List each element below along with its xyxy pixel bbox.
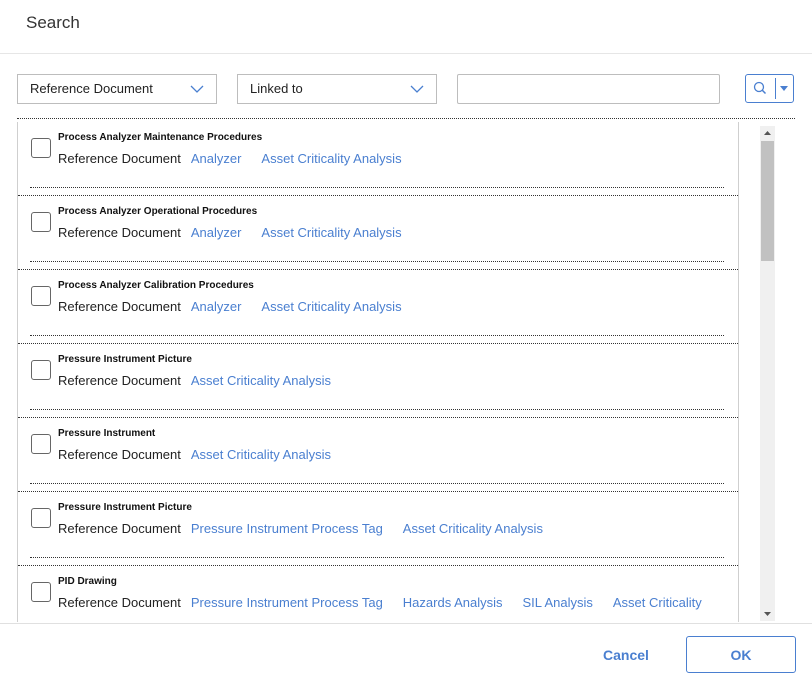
- result-row[interactable]: PID Drawing Reference Document Pressure In…: [18, 566, 738, 622]
- scroll-down-arrow-icon[interactable]: [760, 607, 775, 621]
- result-row[interactable]: Process Analyzer Operational Procedures R…: [18, 196, 738, 270]
- row-meta: Reference Document Pressure Instrument Pr…: [58, 595, 702, 611]
- scroll-thumb[interactable]: [761, 141, 774, 261]
- caret-down-icon[interactable]: [776, 75, 793, 102]
- row-link[interactable]: Pressure Instrument Process Tag: [191, 595, 383, 610]
- row-link[interactable]: Asset Criticality Analysis: [261, 299, 401, 314]
- row-meta: Reference Document Analyzer Asset Critical…: [58, 299, 698, 315]
- link-filter-value: Linked to: [250, 81, 303, 96]
- row-link[interactable]: Analyzer: [191, 151, 242, 166]
- row-link[interactable]: Asset Criticality Analysis: [261, 225, 401, 240]
- row-record-type: Reference Document: [58, 299, 181, 314]
- result-row[interactable]: Pressure Instrument Picture Reference Doc…: [18, 344, 738, 418]
- row-divider: [30, 187, 724, 188]
- results-top-border: [17, 118, 795, 119]
- row-checkbox[interactable]: [31, 212, 51, 232]
- chevron-down-icon: [190, 85, 204, 93]
- row-link[interactable]: Hazards Analysis: [403, 595, 503, 610]
- row-title: Process Analyzer Maintenance Procedures: [58, 132, 263, 143]
- row-divider: [30, 557, 724, 558]
- scroll-up-arrow-icon[interactable]: [760, 126, 775, 140]
- row-record-type: Reference Document: [58, 373, 181, 388]
- row-meta: Reference Document Analyzer Asset Critical…: [58, 225, 698, 241]
- row-link[interactable]: Asset Criticality Analysis: [261, 151, 401, 166]
- row-meta: Reference Document Analyzer Asset Critical…: [58, 151, 698, 167]
- dialog-title: Search: [26, 13, 80, 32]
- header-divider: [0, 53, 812, 54]
- row-divider: [30, 335, 724, 336]
- row-checkbox[interactable]: [31, 286, 51, 306]
- row-title: Process Analyzer Operational Procedures: [58, 206, 258, 217]
- results-list: Process Analyzer Maintenance Procedures R…: [17, 122, 739, 622]
- row-link[interactable]: Asset Criticality: [613, 595, 702, 610]
- row-link[interactable]: Analyzer: [191, 225, 242, 240]
- row-link[interactable]: Asset Criticality Analysis: [191, 373, 331, 388]
- row-link[interactable]: Analyzer: [191, 299, 242, 314]
- result-row[interactable]: Process Analyzer Calibration Procedures R…: [18, 270, 738, 344]
- row-record-type: Reference Document: [58, 447, 181, 462]
- row-link[interactable]: Pressure Instrument Process Tag: [191, 521, 383, 536]
- row-checkbox[interactable]: [31, 582, 51, 602]
- search-button[interactable]: [745, 74, 794, 103]
- row-meta: Reference Document Asset Criticality Anal…: [58, 373, 698, 389]
- record-type-select[interactable]: Reference Document: [17, 74, 217, 104]
- row-divider: [30, 261, 724, 262]
- row-link[interactable]: Asset Criticality Analysis: [191, 447, 331, 462]
- ok-button[interactable]: OK: [686, 636, 796, 673]
- scrollbar[interactable]: [760, 126, 775, 621]
- row-record-type: Reference Document: [58, 225, 181, 240]
- row-link[interactable]: SIL Analysis: [523, 595, 593, 610]
- row-checkbox[interactable]: [31, 360, 51, 380]
- row-checkbox[interactable]: [31, 508, 51, 528]
- row-checkbox[interactable]: [31, 138, 51, 158]
- result-row[interactable]: Process Analyzer Maintenance Procedures R…: [18, 122, 738, 196]
- record-type-value: Reference Document: [30, 81, 153, 96]
- result-row[interactable]: Pressure Instrument Picture Reference Doc…: [18, 492, 738, 566]
- link-filter-select[interactable]: Linked to: [237, 74, 437, 104]
- row-record-type: Reference Document: [58, 521, 181, 536]
- row-divider: [30, 483, 724, 484]
- search-icon[interactable]: [746, 75, 775, 102]
- row-meta: Reference Document Pressure Instrument Pr…: [58, 521, 698, 537]
- row-divider: [30, 409, 724, 410]
- row-title: Pressure Instrument: [58, 428, 156, 439]
- chevron-down-icon: [410, 85, 424, 93]
- row-title: Process Analyzer Calibration Procedures: [58, 280, 254, 291]
- row-title: PID Drawing: [58, 576, 117, 587]
- row-meta: Reference Document Asset Criticality Anal…: [58, 447, 698, 463]
- row-link[interactable]: Asset Criticality Analysis: [403, 521, 543, 536]
- row-checkbox[interactable]: [31, 434, 51, 454]
- cancel-button[interactable]: Cancel: [582, 637, 670, 673]
- row-record-type: Reference Document: [58, 595, 181, 610]
- result-row[interactable]: Pressure Instrument Reference Document Ass…: [18, 418, 738, 492]
- search-input[interactable]: [457, 74, 720, 104]
- row-title: Pressure Instrument Picture: [58, 354, 192, 365]
- footer-divider: [0, 623, 812, 624]
- row-record-type: Reference Document: [58, 151, 181, 166]
- row-title: Pressure Instrument Picture: [58, 502, 192, 513]
- row-link-continued[interactable]: Analysis: [58, 620, 106, 622]
